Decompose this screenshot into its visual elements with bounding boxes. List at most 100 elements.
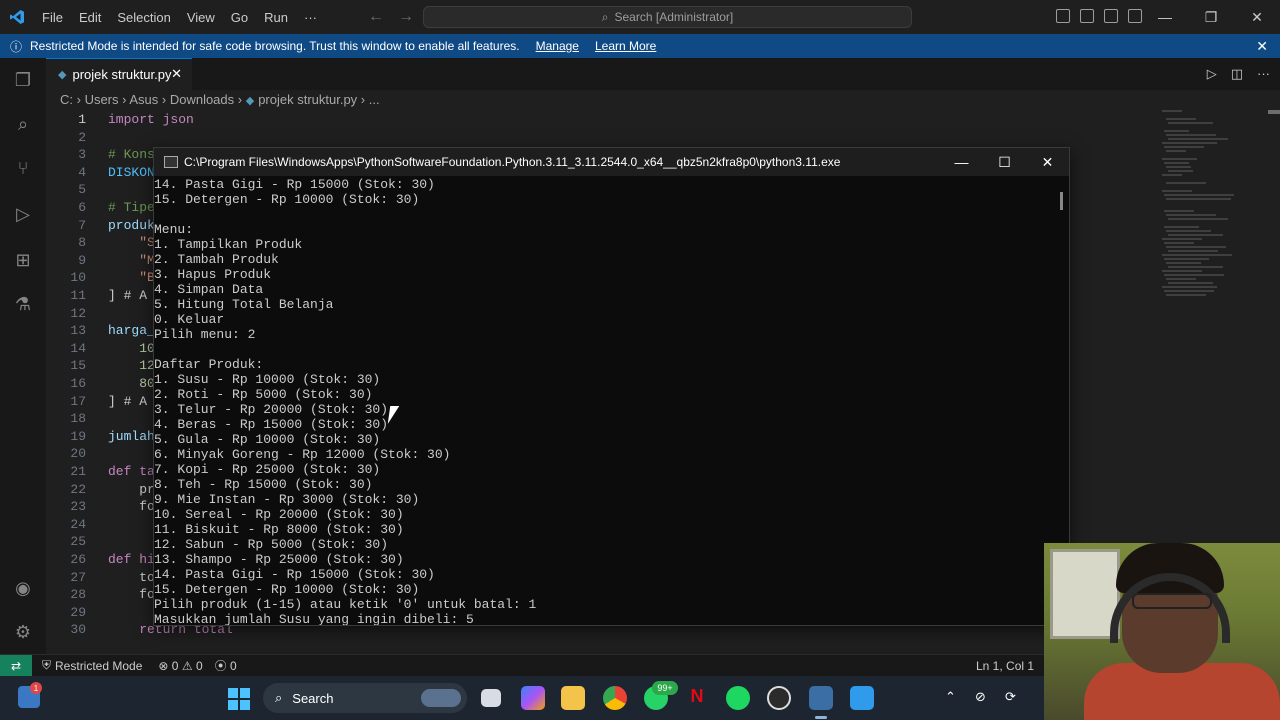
- crumb-file[interactable]: projek struktur.py: [258, 92, 357, 107]
- crumb-users[interactable]: Users: [85, 92, 119, 107]
- minimap-line: [1166, 118, 1196, 120]
- customize-layout-icon[interactable]: [1128, 9, 1142, 23]
- layout-controls: [1056, 9, 1142, 23]
- editor-scrollbar[interactable]: [1268, 110, 1280, 114]
- menu-run[interactable]: Run: [256, 10, 296, 25]
- restore-button[interactable]: ❐: [1188, 0, 1234, 34]
- explorer-icon[interactable]: ❐: [11, 68, 35, 92]
- more-actions-icon[interactable]: ···: [1257, 66, 1270, 82]
- settings-gear-icon[interactable]: ⚙: [11, 620, 35, 644]
- taskbar-search[interactable]: ⌕ Search: [263, 683, 467, 713]
- python-app-icon[interactable]: [809, 686, 833, 710]
- menu-view[interactable]: View: [179, 10, 223, 25]
- line-number: 30: [70, 622, 86, 638]
- menu-more[interactable]: ···: [296, 10, 325, 25]
- chrome-icon[interactable]: [603, 686, 627, 710]
- minimize-button[interactable]: —: [1142, 0, 1188, 34]
- window-controls: — ❐ ✕: [1142, 0, 1280, 34]
- start-button-icon[interactable]: [228, 688, 250, 710]
- back-arrow-icon[interactable]: ←: [368, 8, 398, 25]
- console-line: 2. Tambah Produk: [154, 252, 279, 267]
- console-title-bar[interactable]: C:\Program Files\WindowsApps\PythonSoftw…: [154, 148, 1069, 176]
- copilot-icon[interactable]: [521, 686, 545, 710]
- extensions-icon[interactable]: ⊞: [11, 248, 35, 272]
- line-number: 2: [78, 129, 86, 145]
- code-line: def ta: [108, 464, 155, 479]
- minimap[interactable]: [1156, 110, 1266, 300]
- console-app-icon: [164, 156, 178, 168]
- menu-selection[interactable]: Selection: [109, 10, 178, 25]
- vscode-taskbar-icon[interactable]: [850, 686, 874, 710]
- console-scrollbar[interactable]: [1060, 192, 1063, 210]
- crumb-downloads[interactable]: Downloads: [170, 92, 234, 107]
- broadcast-icon: ⦿: [214, 659, 227, 673]
- network-off-icon[interactable]: ⊘: [975, 689, 986, 705]
- learn-more-link[interactable]: Learn More: [595, 39, 656, 53]
- shield-icon: ⛨: [42, 658, 52, 672]
- restricted-mode-status[interactable]: ⛨ Restricted Mode: [32, 655, 152, 677]
- manage-link[interactable]: Manage: [536, 39, 579, 53]
- menu-file[interactable]: File: [34, 10, 71, 25]
- line-number: 4: [78, 164, 86, 180]
- line-number: 7: [78, 217, 86, 233]
- command-center-search[interactable]: ⌕ Search [Administrator]: [423, 6, 912, 28]
- console-minimize-button[interactable]: —: [940, 148, 983, 176]
- console-close-button[interactable]: ✕: [1026, 148, 1069, 176]
- account-icon[interactable]: ◉: [11, 576, 35, 600]
- show-hidden-icons-icon[interactable]: ⌃: [945, 689, 956, 705]
- crumb-symbol[interactable]: ...: [369, 92, 380, 107]
- search-view-icon[interactable]: ⌕: [11, 112, 35, 136]
- code-line: "B: [108, 270, 155, 286]
- tab-projek-struktur[interactable]: ◆ projek struktur.py ✕: [46, 58, 192, 90]
- run-debug-icon[interactable]: ▷: [11, 202, 35, 226]
- toggle-primary-sidebar-icon[interactable]: [1056, 9, 1070, 23]
- banner-message: Restricted Mode is intended for safe cod…: [30, 39, 520, 53]
- banner-close-icon[interactable]: ✕: [1256, 38, 1268, 55]
- console-line: 5. Hitung Total Belanja: [154, 297, 334, 312]
- split-editor-icon[interactable]: ◫: [1231, 66, 1243, 82]
- console-maximize-button[interactable]: ☐: [983, 148, 1026, 176]
- run-file-icon[interactable]: ▷: [1207, 66, 1217, 82]
- whatsapp-badge: 99+: [652, 681, 678, 695]
- source-control-icon[interactable]: ⑂: [11, 156, 35, 180]
- tab-label: projek struktur.py: [72, 67, 172, 82]
- remote-indicator-icon[interactable]: ⇄: [0, 654, 32, 677]
- code-line: 80: [108, 376, 155, 391]
- problems-status[interactable]: ⊗ 0 ⚠ 0: [152, 659, 208, 673]
- tab-close-icon[interactable]: ✕: [171, 66, 182, 82]
- minimap-line: [1166, 278, 1196, 280]
- console-line: 1. Tampilkan Produk: [154, 237, 303, 252]
- menu-go[interactable]: Go: [223, 10, 256, 25]
- minimap-line: [1166, 262, 1201, 264]
- console-output[interactable]: 14. Pasta Gigi - Rp 15000 (Stok: 30) 15. …: [154, 177, 1054, 625]
- toggle-panel-icon[interactable]: [1080, 9, 1094, 23]
- minimap-line: [1166, 134, 1216, 136]
- console-line: 8. Teh - Rp 15000 (Stok: 30): [154, 477, 373, 492]
- sync-icon[interactable]: ⟳: [1005, 689, 1016, 705]
- minimap-line: [1168, 122, 1213, 124]
- code-line: fo: [108, 499, 155, 515]
- testing-icon[interactable]: ⚗: [11, 292, 35, 316]
- toggle-secondary-sidebar-icon[interactable]: [1104, 9, 1118, 23]
- minimap-line: [1164, 194, 1234, 196]
- line-number: 21: [70, 464, 86, 479]
- task-view-icon[interactable]: [481, 689, 501, 707]
- crumb-drive[interactable]: C:: [60, 92, 73, 107]
- file-explorer-icon[interactable]: [561, 686, 585, 710]
- python-console-window[interactable]: C:\Program Files\WindowsApps\PythonSoftw…: [153, 147, 1070, 626]
- netflix-icon[interactable]: N: [685, 686, 709, 710]
- crumb-asus[interactable]: Asus: [129, 92, 158, 107]
- obs-icon[interactable]: [767, 686, 791, 710]
- line-number: 29: [70, 604, 86, 620]
- spotify-icon[interactable]: [726, 686, 750, 710]
- minimap-line: [1166, 182, 1206, 184]
- console-line: Pilih produk (1-15) atau ketik '0' untuk…: [154, 597, 537, 612]
- console-line: 11. Biskuit - Rp 8000 (Stok: 30): [154, 522, 404, 537]
- code-line: "S: [108, 235, 155, 251]
- menu-edit[interactable]: Edit: [71, 10, 109, 25]
- close-window-button[interactable]: ✕: [1234, 0, 1280, 34]
- cursor-position[interactable]: Ln 1, Col 1: [976, 659, 1034, 673]
- ports-status[interactable]: ⦿ 0: [209, 657, 243, 674]
- search-icon: ⌕: [275, 690, 283, 705]
- minimap-line: [1166, 214, 1216, 216]
